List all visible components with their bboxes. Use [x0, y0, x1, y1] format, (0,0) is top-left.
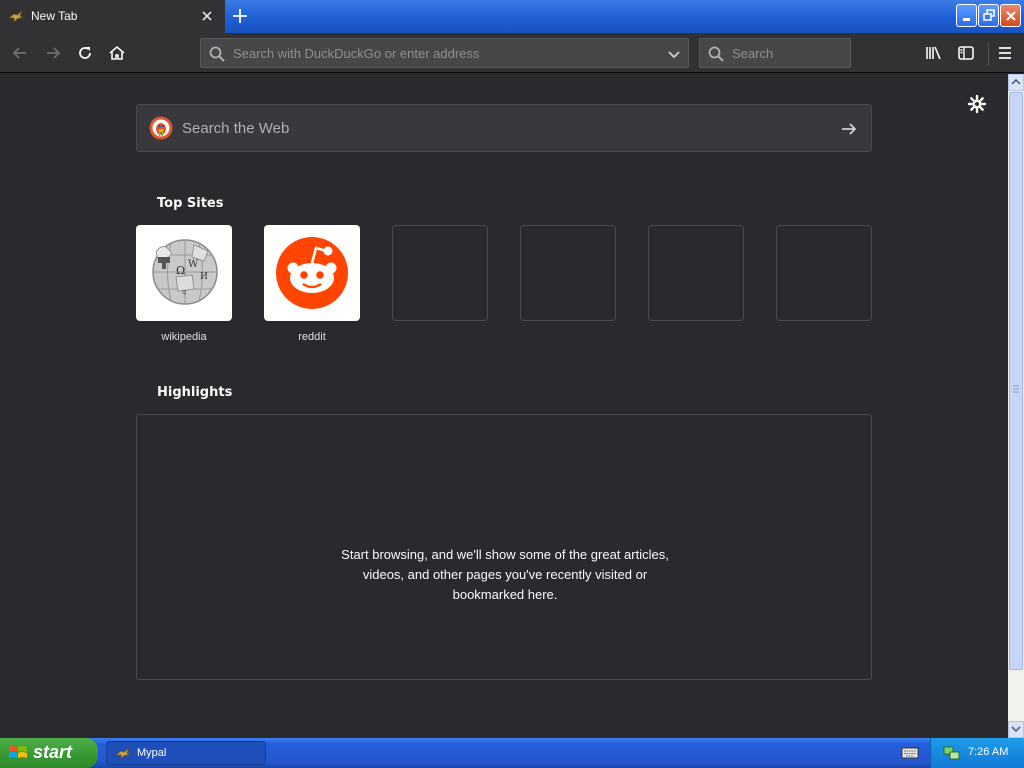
highlights-message-line: videos, and other pages you've recently …	[362, 567, 648, 582]
tab-new-tab[interactable]: New Tab	[0, 0, 225, 33]
highlights-message-line: bookmarked here.	[452, 587, 558, 602]
highlights-message: Start browsing, and we'll show some of t…	[137, 545, 873, 605]
tab-title: New Tab	[31, 9, 78, 23]
vertical-scrollbar[interactable]	[1008, 74, 1024, 738]
top-site-tile-empty[interactable]	[392, 225, 488, 321]
navigation-toolbar: Search with DuckDuckGo or enter address …	[0, 33, 1024, 73]
arrow-right-icon[interactable]	[840, 120, 858, 138]
address-bar[interactable]: Search with DuckDuckGo or enter address	[200, 38, 689, 68]
web-search-box[interactable]: Search the Web	[136, 104, 872, 152]
grip-icon	[1013, 385, 1019, 393]
plus-icon[interactable]	[230, 6, 250, 26]
reload-icon	[79, 47, 91, 59]
restore-button[interactable]	[978, 4, 999, 27]
taskbar: start Mypal 7:26 AM	[0, 738, 1024, 768]
title-bar: New Tab	[0, 0, 1024, 33]
highlights-message-line: Start browsing, and we'll show some of t…	[341, 547, 669, 562]
new-tab-page: Search the Web Top Sites Ω W И ব wikiped…	[0, 74, 1008, 738]
taskbar-item-mypal[interactable]: Mypal	[106, 741, 266, 765]
top-site-tile-empty[interactable]	[648, 225, 744, 321]
search-icon	[708, 46, 724, 62]
minimize-button[interactable]	[956, 4, 977, 27]
sidebar-button[interactable]	[952, 39, 980, 67]
chevron-up-icon	[1011, 78, 1021, 85]
forward-button[interactable]	[39, 39, 67, 67]
arrow-right-icon	[47, 47, 61, 59]
system-tray: 7:26 AM	[930, 738, 1024, 768]
toolbar-separator	[988, 43, 989, 65]
top-site-tile-empty[interactable]	[520, 225, 616, 321]
search-icon	[209, 46, 225, 62]
library-icon	[926, 46, 941, 60]
home-button[interactable]	[103, 39, 131, 67]
reddit-logo-icon	[276, 237, 348, 309]
start-button[interactable]: start	[0, 738, 98, 768]
top-site-label-wikipedia: wikipedia	[161, 331, 207, 343]
svg-text:W: W	[188, 259, 199, 270]
highlights-title: Highlights	[157, 385, 233, 400]
chevron-down-icon	[1011, 726, 1021, 733]
scroll-down-button[interactable]	[1008, 721, 1024, 738]
arrow-left-icon	[12, 47, 26, 59]
search-bar[interactable]: Search	[699, 38, 851, 68]
reload-button[interactable]	[71, 39, 99, 67]
scroll-up-button[interactable]	[1008, 74, 1024, 91]
keyboard-icon[interactable]	[901, 745, 919, 761]
start-label: start	[33, 742, 73, 762]
chevron-down-icon[interactable]	[667, 47, 681, 61]
mypal-bird-icon	[8, 9, 24, 23]
top-site-tile-wikipedia[interactable]: Ω W И ব	[136, 225, 232, 321]
top-site-label-reddit: reddit	[298, 331, 326, 343]
web-search-label: Search the Web	[182, 120, 290, 137]
sidebar-icon	[958, 46, 974, 60]
search-bar-placeholder: Search	[732, 46, 774, 61]
wikipedia-logo-icon: Ω W И ব	[152, 239, 218, 305]
scrollbar-thumb[interactable]	[1009, 92, 1023, 670]
close-window-button[interactable]	[1000, 4, 1021, 27]
top-site-tile-reddit[interactable]	[264, 225, 360, 321]
clock: 7:26 AM	[968, 746, 1009, 758]
mypal-bird-icon	[115, 746, 131, 760]
svg-text:И: И	[200, 272, 208, 282]
close-tab-icon[interactable]	[199, 8, 215, 24]
library-button[interactable]	[920, 39, 948, 67]
home-icon	[109, 45, 125, 60]
network-icon[interactable]	[943, 745, 961, 761]
svg-text:ব: ব	[181, 288, 187, 297]
hamburger-menu-icon	[999, 47, 1011, 59]
back-button[interactable]	[6, 39, 34, 67]
top-site-tile-empty[interactable]	[776, 225, 872, 321]
minimize-icon	[963, 18, 970, 21]
top-sites-title: Top Sites	[157, 196, 224, 211]
taskbar-item-label: Mypal	[137, 747, 167, 759]
duckduckgo-logo-icon	[149, 116, 173, 140]
address-bar-placeholder: Search with DuckDuckGo or enter address	[233, 46, 480, 61]
menu-button[interactable]	[991, 39, 1019, 67]
restore-icon	[983, 9, 995, 21]
close-icon	[1006, 11, 1016, 21]
svg-text:Ω: Ω	[176, 264, 185, 277]
highlights-empty-state: Start browsing, and we'll show some of t…	[136, 414, 872, 680]
windows-logo-icon	[9, 746, 27, 758]
gear-icon[interactable]	[967, 94, 987, 114]
